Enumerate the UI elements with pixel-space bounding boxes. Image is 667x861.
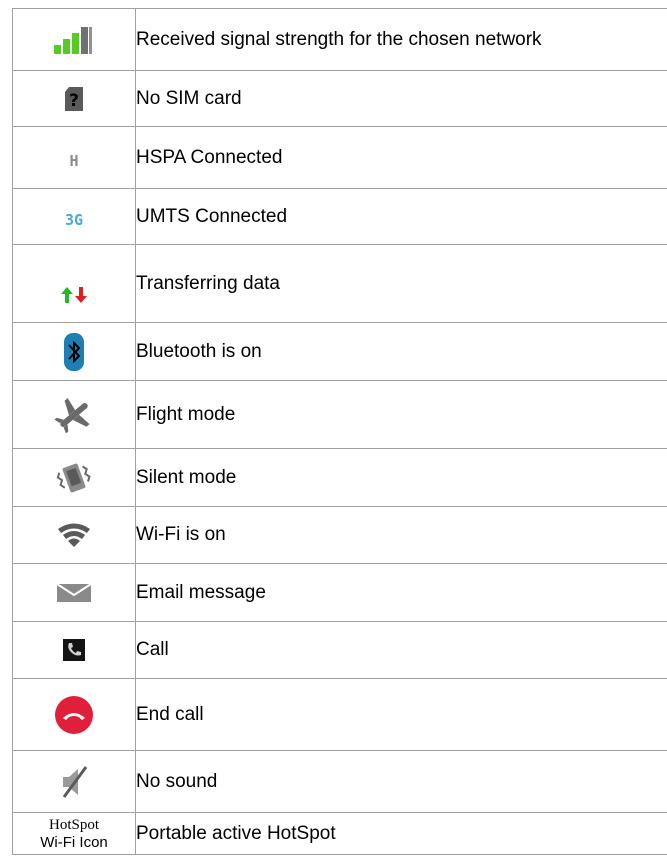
icon-cell <box>12 563 136 622</box>
icon-cell <box>12 506 136 564</box>
description-cell: Bluetooth is on <box>135 322 667 381</box>
icon-cell <box>12 678 136 751</box>
icon-cell <box>12 322 136 381</box>
table-row: Transferring data <box>12 244 667 323</box>
table-row: Email message <box>12 563 667 622</box>
table-row: Wi-Fi is on <box>12 506 667 564</box>
hotspot-line-1: HotSpot <box>48 816 99 833</box>
data-transfer-arrows-icon <box>13 264 135 304</box>
phone-handset-icon <box>13 639 135 661</box>
airplane-icon <box>13 397 135 433</box>
no-sim-card-icon: ? <box>13 86 135 112</box>
table-row: No sound <box>12 750 667 813</box>
icon-cell <box>12 448 136 507</box>
table-row: HotSpot Wi-Fi Icon Portable active HotSp… <box>12 812 667 855</box>
hotspot-wifi-icon-label: HotSpot Wi-Fi Icon <box>13 817 135 851</box>
table-row: 3G UMTS Connected <box>12 188 667 245</box>
vibrate-phone-icon <box>13 460 135 496</box>
umts-3g-icon: 3G <box>13 205 135 229</box>
end-call-icon <box>13 695 135 735</box>
table-row: End call <box>12 678 667 751</box>
bluetooth-icon <box>13 332 135 372</box>
description-cell: Received signal strength for the chosen … <box>135 8 667 71</box>
hotspot-line-2: Wi-Fi Icon <box>40 833 108 851</box>
table-row: Flight mode <box>12 380 667 449</box>
table-row: Call <box>12 621 667 679</box>
table-row: Bluetooth is on <box>12 322 667 381</box>
muted-speaker-icon <box>13 764 135 800</box>
icon-cell <box>12 380 136 449</box>
table-row: Silent mode <box>12 448 667 507</box>
description-cell: HSPA Connected <box>135 126 667 189</box>
table-row: ? No SIM card <box>12 70 667 127</box>
icon-cell <box>12 621 136 679</box>
description-cell: Transferring data <box>135 244 667 323</box>
table-row: H HSPA Connected <box>12 126 667 189</box>
description-cell: Wi-Fi is on <box>135 506 667 564</box>
hspa-icon: H <box>13 146 135 170</box>
hspa-icon-text: H <box>69 151 79 170</box>
description-cell: No SIM card <box>135 70 667 127</box>
description-cell: UMTS Connected <box>135 188 667 245</box>
umts-icon-text: 3G <box>64 210 84 229</box>
description-cell: No sound <box>135 750 667 813</box>
icon-cell: HotSpot Wi-Fi Icon <box>12 812 136 855</box>
signal-strength-icon <box>13 25 135 55</box>
icon-cell: H <box>12 126 136 189</box>
description-cell: End call <box>135 678 667 751</box>
icon-cell: ? <box>12 70 136 127</box>
status-icons-table: Received signal strength for the chosen … <box>12 8 667 855</box>
description-cell: Flight mode <box>135 380 667 449</box>
table-row: Received signal strength for the chosen … <box>12 8 667 71</box>
envelope-icon <box>13 582 135 603</box>
wifi-icon <box>13 522 135 548</box>
description-cell: Portable active HotSpot <box>135 812 667 855</box>
svg-text:?: ? <box>69 91 79 111</box>
description-cell: Email message <box>135 563 667 622</box>
icon-cell: 3G <box>12 188 136 245</box>
icon-cell <box>12 8 136 71</box>
icon-cell <box>12 244 136 323</box>
icon-cell <box>12 750 136 813</box>
description-cell: Silent mode <box>135 448 667 507</box>
description-cell: Call <box>135 621 667 679</box>
